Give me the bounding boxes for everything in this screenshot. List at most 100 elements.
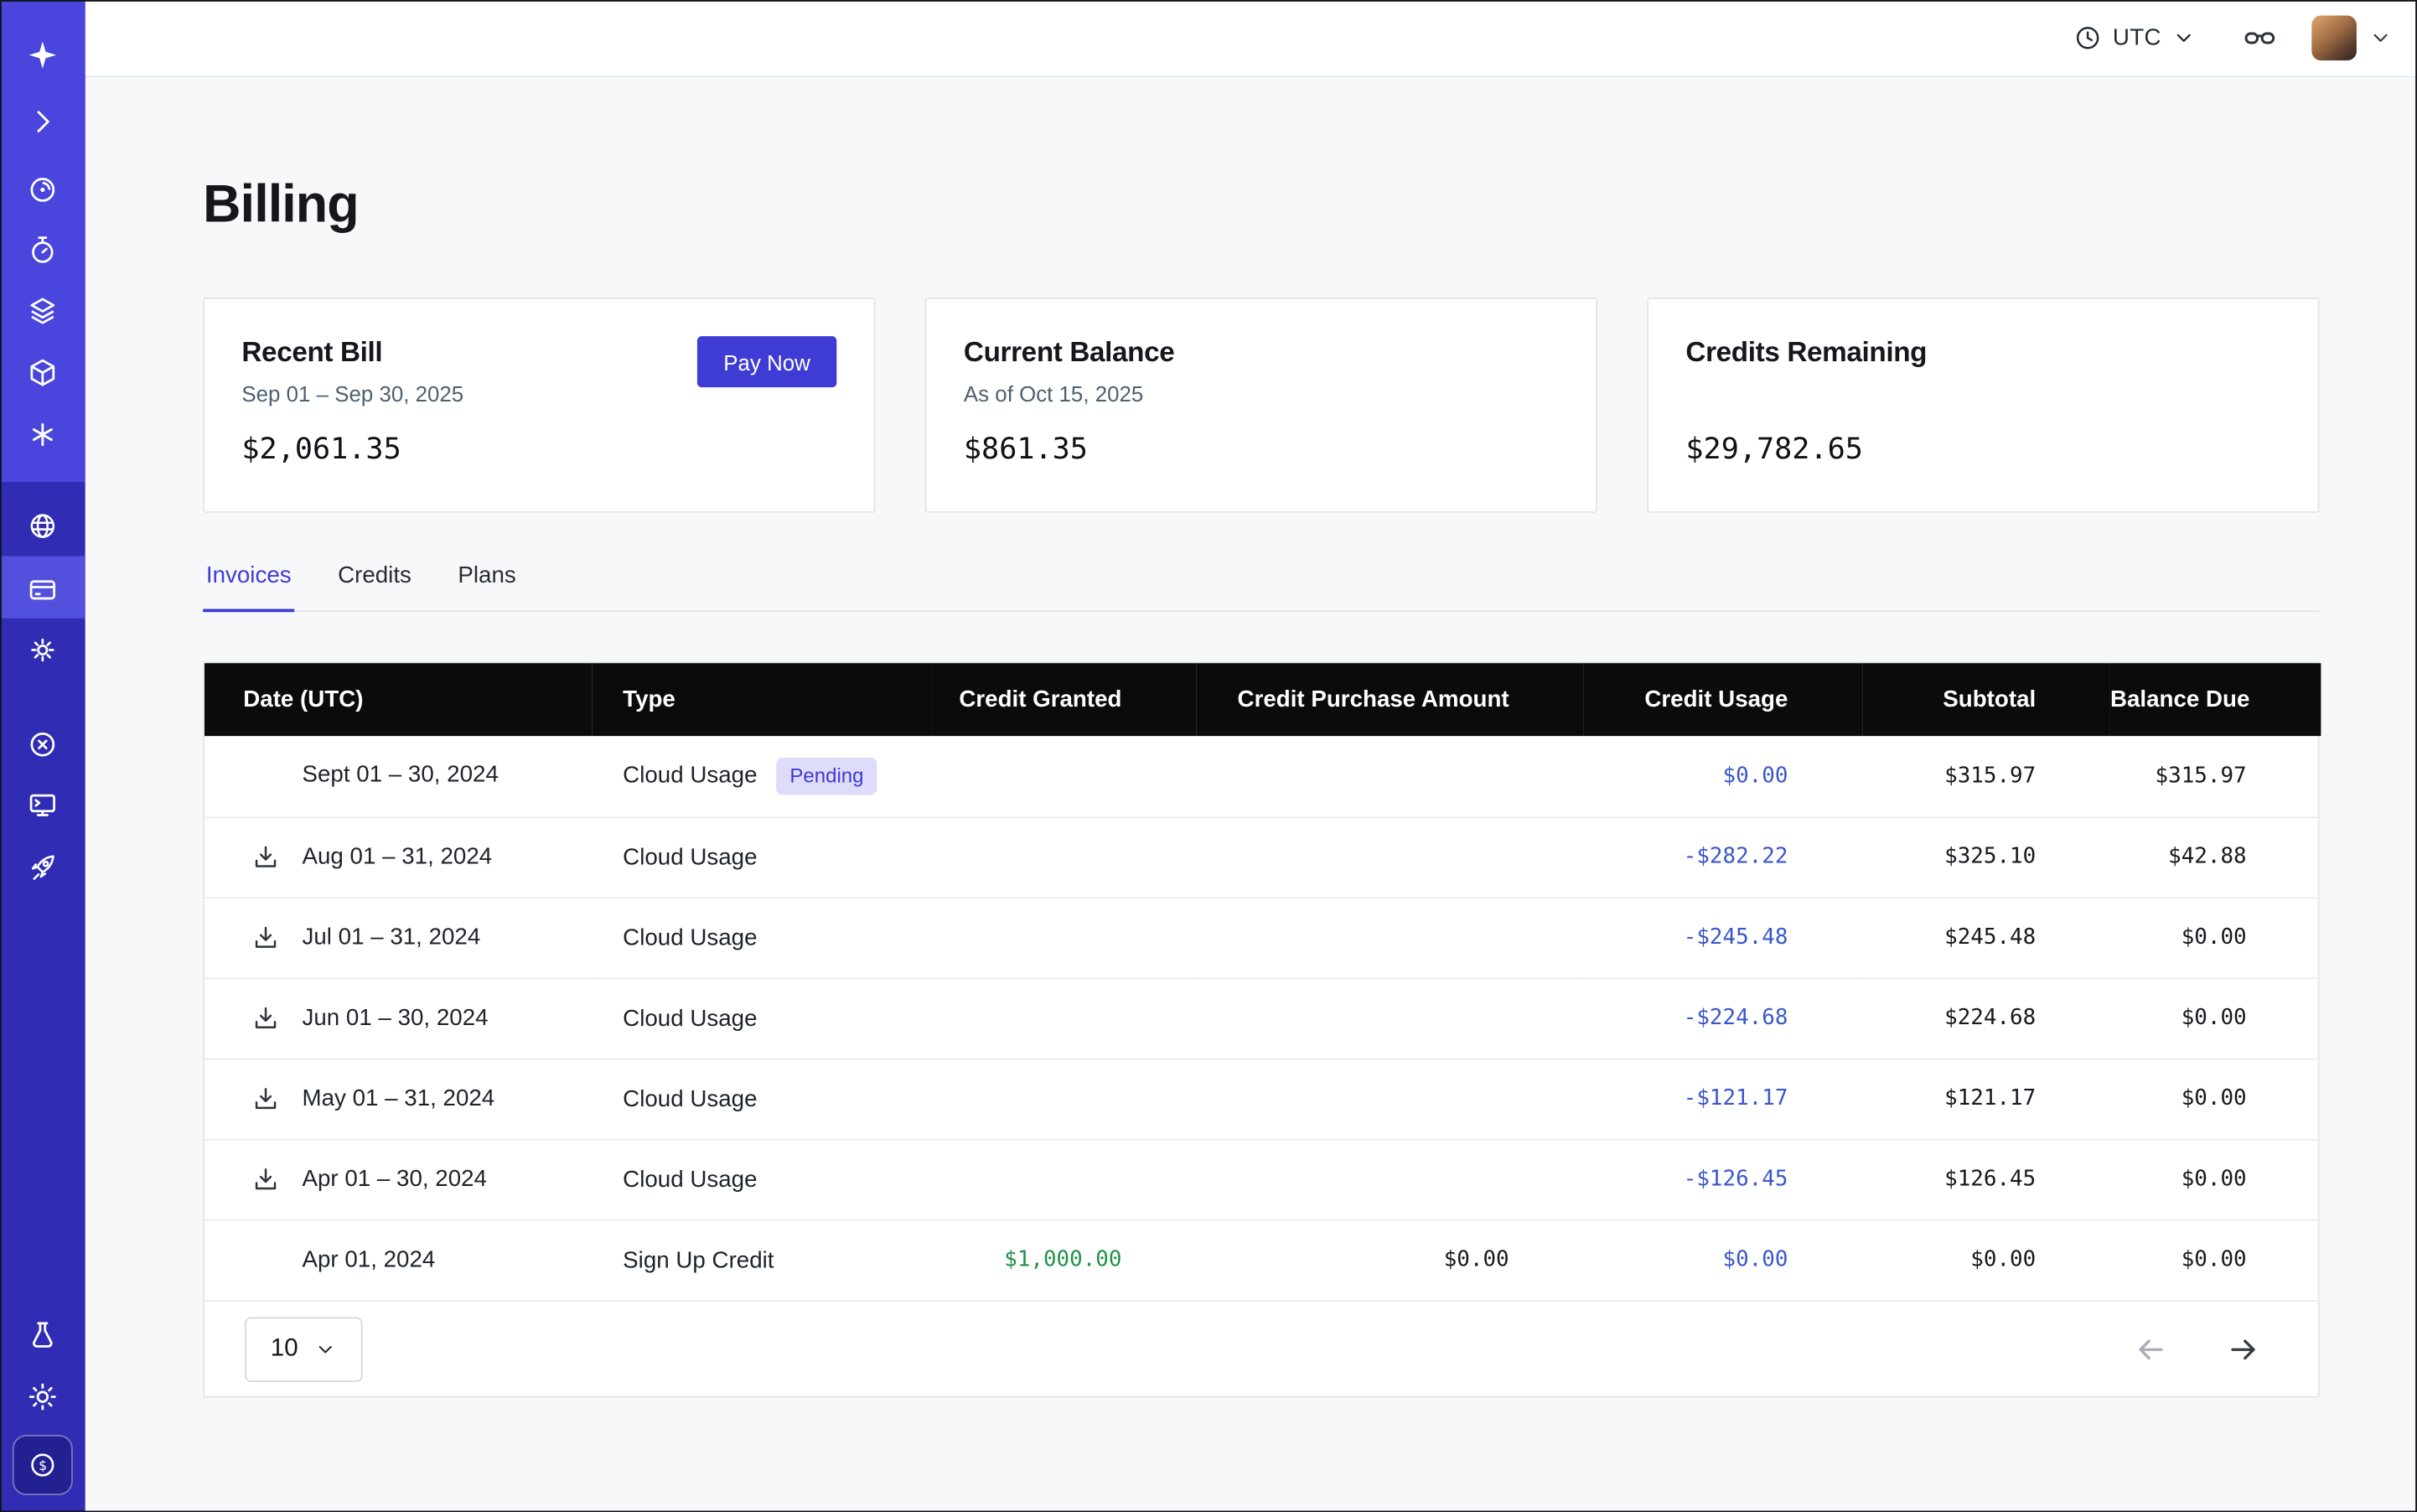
sidebar: $	[0, 0, 85, 1512]
credit-purchase-value	[1196, 816, 1583, 897]
column-header-type: Type	[592, 663, 933, 736]
subtotal-value: $0.00	[1862, 1219, 2110, 1300]
credit-granted-value: $1,000.00	[933, 1219, 1196, 1300]
balance-due-value: $0.00	[2110, 1139, 2321, 1219]
tab-credits[interactable]: Credits	[334, 559, 414, 612]
credit-purchase-value	[1196, 736, 1583, 816]
download-icon	[251, 923, 280, 952]
table-row: Apr 01, 2024 Sign Up Credit $1,000.00 $0…	[204, 1219, 2321, 1300]
invoice-type: Sign Up Credit	[623, 1247, 774, 1273]
sidebar-credits-button[interactable]: $	[13, 1435, 73, 1495]
card-title: Current Balance	[964, 336, 1559, 369]
credit-purchase-value: $0.00	[1196, 1219, 1583, 1300]
timezone-selector[interactable]: UTC	[2073, 23, 2196, 53]
console-icon	[26, 788, 59, 821]
user-avatar	[2311, 15, 2357, 60]
credit-granted-value	[933, 1059, 1196, 1139]
next-page-button[interactable]	[2228, 1333, 2259, 1364]
page-size-select[interactable]: 10	[245, 1316, 363, 1381]
chevron-right-icon	[26, 105, 59, 137]
credit-purchase-value	[1196, 897, 1583, 977]
sidebar-item-health[interactable]	[0, 725, 85, 762]
sidebar-item-deployments[interactable]	[0, 847, 85, 884]
credit-granted-value	[933, 1139, 1196, 1219]
credit-purchase-value	[1196, 1139, 1583, 1219]
download-icon	[251, 1003, 280, 1033]
sidebar-item-timer[interactable]	[0, 230, 85, 267]
sidebar-item-radar[interactable]	[0, 170, 85, 207]
invoice-type: Cloud Usage	[623, 1166, 757, 1192]
invoice-type: Cloud Usage	[623, 1005, 757, 1031]
flask-icon	[26, 1318, 59, 1350]
subtotal-value: $121.17	[1862, 1059, 2110, 1139]
gear-icon	[26, 633, 59, 665]
sidebar-theme-toggle[interactable]	[0, 1378, 85, 1415]
logo-icon	[26, 38, 59, 70]
download-invoice-button[interactable]	[251, 1003, 282, 1033]
svg-text:$: $	[39, 1458, 47, 1473]
sidebar-item-console[interactable]	[0, 785, 85, 822]
sidebar-item-logo[interactable]	[0, 36, 85, 73]
balance-due-value: $0.00	[2110, 1219, 2321, 1300]
column-header-credit-usage: Credit Usage	[1583, 663, 1862, 736]
card-title: Credits Remaining	[1685, 336, 2280, 369]
credits-remaining-card: Credits Remaining $29,782.65	[1647, 298, 2319, 513]
table-row: May 01 – 31, 2024 Cloud Usage -$121.17 $…	[204, 1059, 2321, 1139]
current-balance-card: Current Balance As of Oct 15, 2025 $861.…	[925, 298, 1597, 513]
download-icon	[251, 1084, 280, 1113]
table-row: Aug 01 – 31, 2024 Cloud Usage -$282.22 $…	[204, 816, 2321, 897]
invoice-type: Cloud Usage	[623, 762, 757, 788]
download-invoice-button[interactable]	[251, 1164, 282, 1194]
subtotal-value: $315.97	[1862, 736, 2110, 816]
table-row: Apr 01 – 30, 2024 Cloud Usage -$126.45 $…	[204, 1139, 2321, 1219]
credit-purchase-value	[1196, 1059, 1583, 1139]
invoice-date: May 01 – 31, 2024	[303, 1085, 495, 1111]
page-title: Billing	[203, 173, 2319, 236]
subtotal-value: $224.68	[1862, 978, 2110, 1059]
table-header-row: Date (UTC) Type Credit Granted Credit Pu…	[204, 663, 2321, 736]
sidebar-item-globe[interactable]	[0, 507, 85, 544]
tab-invoices[interactable]: Invoices	[203, 559, 294, 612]
arrow-left-icon	[2135, 1333, 2166, 1364]
invoice-type: Cloud Usage	[623, 924, 757, 950]
asterisk-icon	[26, 417, 59, 450]
sidebar-item-asterisk[interactable]	[0, 415, 85, 452]
column-header-subtotal: Subtotal	[1862, 663, 2110, 736]
tab-plans[interactable]: Plans	[455, 559, 520, 612]
recent-bill-amount: $2,061.35	[241, 432, 836, 467]
column-header-balance-due: Balance Due	[2110, 663, 2321, 736]
view-mode-button[interactable]	[2242, 20, 2278, 56]
layers-icon	[26, 293, 59, 326]
download-invoice-button[interactable]	[251, 923, 282, 952]
current-balance-amount: $861.35	[964, 432, 1559, 467]
download-invoice-button[interactable]	[251, 1084, 282, 1113]
sidebar-expand-button[interactable]	[0, 102, 85, 139]
credit-usage-value: -$121.17	[1583, 1059, 1862, 1139]
topbar: UTC	[85, 0, 2417, 77]
pagination-controls	[2135, 1333, 2259, 1364]
clock-icon	[2073, 23, 2102, 53]
previous-page-button[interactable]	[2135, 1333, 2166, 1364]
credits-remaining-amount: $29,782.65	[1685, 432, 2280, 467]
subtotal-value: $245.48	[1862, 897, 2110, 977]
column-header-credit-purchase: Credit Purchase Amount	[1196, 663, 1583, 736]
pay-now-button[interactable]: Pay Now	[697, 336, 836, 387]
status-badge: Pending	[776, 758, 877, 795]
sidebar-item-settings[interactable]	[0, 630, 85, 667]
sidebar-item-package[interactable]	[0, 354, 85, 391]
radar-icon	[26, 173, 59, 205]
balance-due-value: $0.00	[2110, 897, 2321, 977]
user-menu[interactable]	[2311, 15, 2392, 60]
arrow-right-icon	[2228, 1333, 2259, 1364]
credit-granted-value	[933, 816, 1196, 897]
main-content: Billing Recent Bill Sep 01 – Sep 30, 202…	[85, 77, 2417, 1512]
download-icon	[251, 842, 280, 872]
sidebar-item-layers[interactable]	[0, 292, 85, 329]
goggles-icon	[2242, 20, 2278, 56]
invoice-date: Aug 01 – 31, 2024	[303, 843, 493, 869]
download-invoice-button[interactable]	[251, 842, 282, 872]
page-size-value: 10	[271, 1335, 298, 1363]
credit-usage-value: -$224.68	[1583, 978, 1862, 1059]
sidebar-item-labs[interactable]	[0, 1316, 85, 1353]
sidebar-item-billing[interactable]	[0, 570, 85, 607]
